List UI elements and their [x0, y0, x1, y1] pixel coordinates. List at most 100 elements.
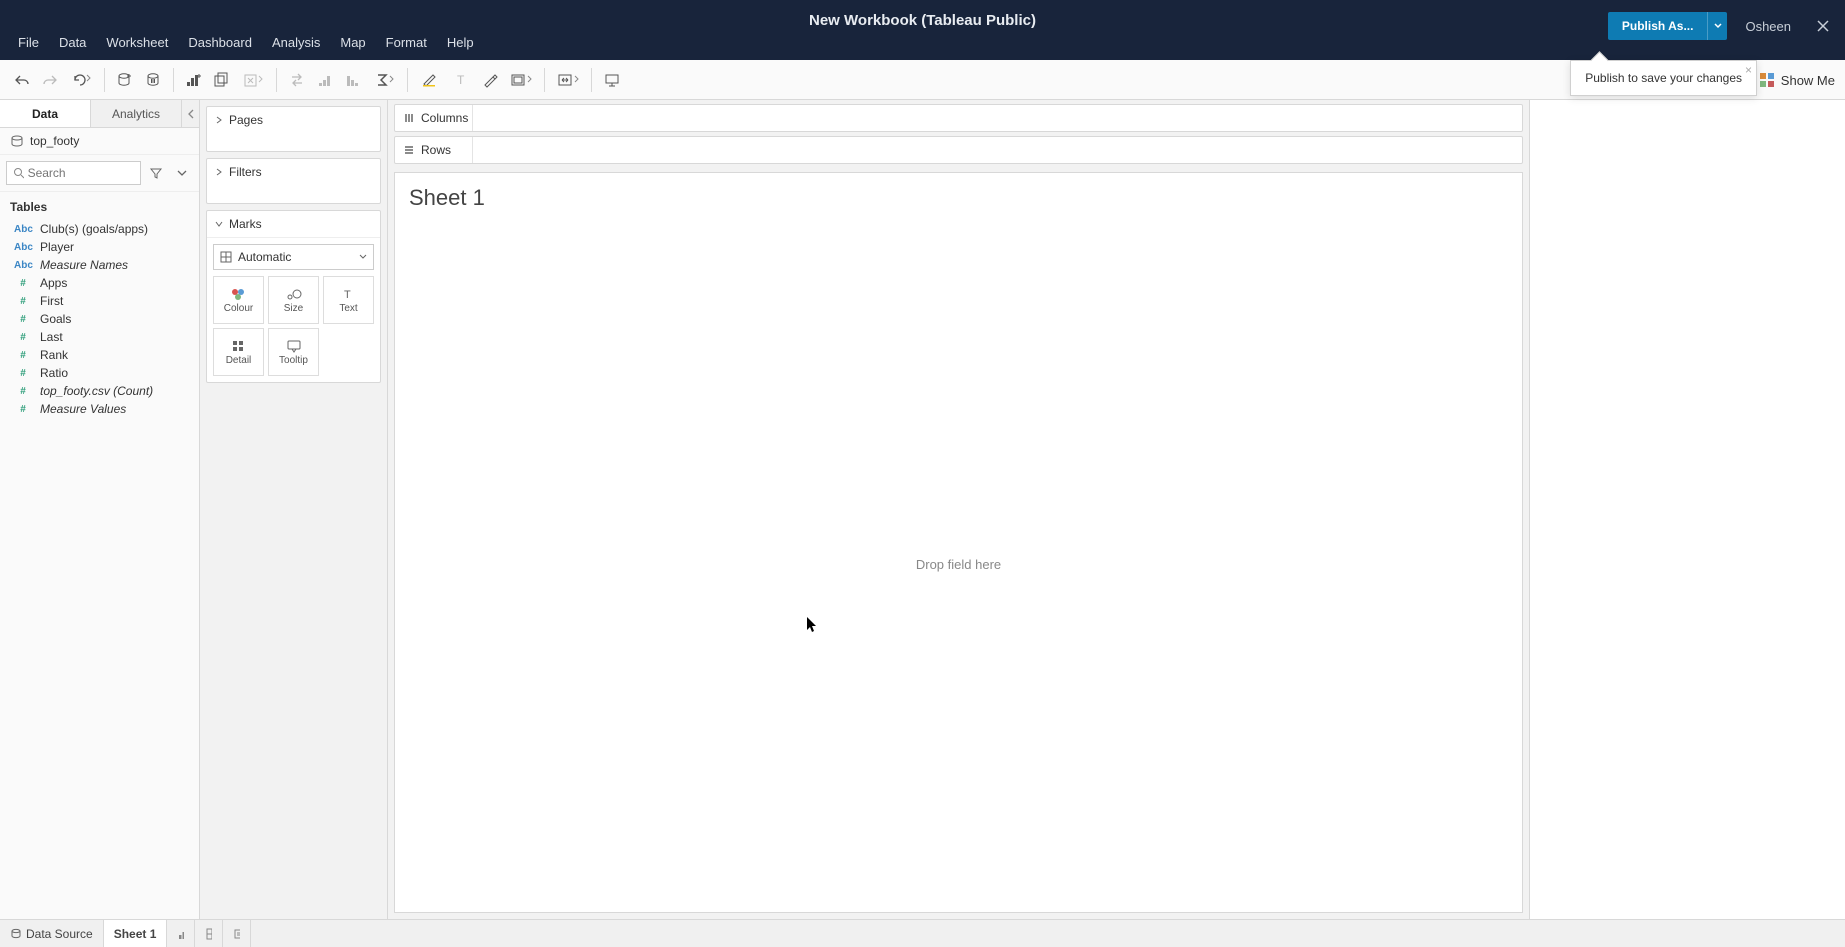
publish-button-label: Publish As...: [1608, 19, 1708, 33]
number-icon: #: [14, 386, 32, 397]
fit-icon: [510, 72, 532, 88]
marks-size[interactable]: Size: [268, 276, 319, 324]
pause-updates-button[interactable]: [139, 66, 167, 94]
svg-text:T: T: [344, 289, 351, 301]
sheet-view: Sheet 1 Drop field here: [394, 172, 1523, 913]
number-icon: #: [14, 296, 32, 307]
chevron-left-icon: [187, 109, 195, 119]
field-list: AbcClub(s) (goals/apps) AbcPlayer AbcMea…: [0, 218, 199, 426]
datasource-tab-icon: [10, 928, 22, 940]
tab-data[interactable]: Data: [0, 100, 91, 127]
marks-detail[interactable]: Detail: [213, 328, 264, 376]
tab-data-source[interactable]: Data Source: [0, 920, 104, 947]
pages-shelf[interactable]: Pages: [206, 106, 381, 152]
labels-button[interactable]: T: [448, 66, 476, 94]
drop-hint: Drop field here: [916, 557, 1001, 572]
rows-shelf[interactable]: Rows: [394, 136, 1523, 164]
field-measure-names[interactable]: AbcMeasure Names: [0, 256, 199, 274]
collapse-datapane[interactable]: [181, 100, 199, 127]
menu-help[interactable]: Help: [437, 31, 484, 54]
sheet-title[interactable]: Sheet 1: [395, 173, 1522, 217]
fit-button[interactable]: [504, 66, 538, 94]
filters-shelf[interactable]: Filters: [206, 158, 381, 204]
field-last[interactable]: #Last: [0, 328, 199, 346]
chevron-icon: [215, 116, 223, 124]
field-player[interactable]: AbcPlayer: [0, 238, 199, 256]
text-icon: T: [341, 287, 357, 301]
menu-dashboard[interactable]: Dashboard: [178, 31, 262, 54]
size-icon: [286, 287, 302, 301]
marks-text[interactable]: TText: [323, 276, 374, 324]
close-button[interactable]: [1809, 12, 1837, 40]
field-apps[interactable]: #Apps: [0, 274, 199, 292]
menu-data[interactable]: Data: [49, 31, 96, 54]
worksheet-area: Columns Rows Sheet 1 Drop field here: [388, 100, 1529, 919]
field-clubs[interactable]: AbcClub(s) (goals/apps): [0, 220, 199, 238]
menu-map[interactable]: Map: [330, 31, 375, 54]
sigma-icon: [374, 72, 394, 88]
new-sheet-button[interactable]: [167, 920, 195, 947]
swap-button[interactable]: [283, 66, 311, 94]
pause-icon: [145, 72, 161, 88]
fitwidth-button[interactable]: [551, 66, 585, 94]
data-pane: Data Analytics top_footy Tables AbcClub(…: [0, 100, 200, 919]
menu-format[interactable]: Format: [376, 31, 437, 54]
search-input[interactable]: [28, 166, 134, 180]
menu-worksheet[interactable]: Worksheet: [96, 31, 178, 54]
user-name[interactable]: Osheen: [1737, 19, 1799, 34]
presentation-icon: [604, 72, 620, 88]
revert-icon: [71, 73, 91, 87]
publish-dropdown[interactable]: [1707, 12, 1727, 40]
columns-icon: [403, 112, 415, 124]
show-me-button[interactable]: Show Me: [1759, 60, 1835, 100]
sort-desc-button[interactable]: [339, 66, 367, 94]
mark-type-select[interactable]: Automatic: [213, 244, 374, 270]
highlight-button[interactable]: [414, 66, 448, 94]
field-ratio[interactable]: #Ratio: [0, 364, 199, 382]
sheet-tabs: Data Source Sheet 1: [0, 919, 1845, 947]
publish-button[interactable]: Publish As...: [1608, 12, 1728, 40]
detail-icon: [231, 339, 247, 353]
workbook-title: New Workbook (Tableau Public): [809, 12, 1036, 29]
new-worksheet-button[interactable]: [180, 66, 208, 94]
format-button[interactable]: [476, 66, 504, 94]
marks-colour[interactable]: Colour: [213, 276, 264, 324]
totals-button[interactable]: [367, 66, 401, 94]
tab-analytics[interactable]: Analytics: [91, 100, 181, 127]
show-me-label: Show Me: [1781, 73, 1835, 88]
number-icon: #: [14, 332, 32, 343]
field-measure-values[interactable]: #Measure Values: [0, 400, 199, 418]
search-field[interactable]: [6, 161, 141, 185]
menu-file[interactable]: File: [8, 31, 49, 54]
drop-zone[interactable]: Drop field here: [395, 217, 1522, 912]
new-dashboard-button[interactable]: [195, 920, 223, 947]
marks-tooltip[interactable]: Tooltip: [268, 328, 319, 376]
tooltip-icon: [286, 339, 302, 353]
field-count[interactable]: #top_footy.csv (Count): [0, 382, 199, 400]
number-icon: #: [14, 368, 32, 379]
field-first[interactable]: #First: [0, 292, 199, 310]
menu-analysis[interactable]: Analysis: [262, 31, 330, 54]
field-menu-button[interactable]: [171, 162, 193, 184]
field-goals[interactable]: #Goals: [0, 310, 199, 328]
filter-fields-button[interactable]: [145, 162, 167, 184]
revert-button[interactable]: [64, 66, 98, 94]
datasource-row[interactable]: top_footy: [0, 128, 199, 155]
new-story-button[interactable]: [223, 920, 251, 947]
clear-button[interactable]: [236, 66, 270, 94]
undo-icon: [14, 73, 30, 87]
tooltip-close[interactable]: ×: [1745, 63, 1752, 77]
columns-shelf[interactable]: Columns: [394, 104, 1523, 132]
new-datasource-button[interactable]: [111, 66, 139, 94]
field-rank[interactable]: #Rank: [0, 346, 199, 364]
new-story-icon: [233, 927, 240, 941]
fitwidth-icon: [557, 72, 579, 88]
main-menu: File Data Worksheet Dashboard Analysis M…: [0, 28, 484, 56]
presentation-button[interactable]: [598, 66, 626, 94]
undo-button[interactable]: [8, 66, 36, 94]
tab-sheet1[interactable]: Sheet 1: [104, 920, 168, 947]
duplicate-button[interactable]: [208, 66, 236, 94]
redo-button[interactable]: [36, 66, 64, 94]
sort-asc-button[interactable]: [311, 66, 339, 94]
rows-icon: [403, 144, 415, 156]
